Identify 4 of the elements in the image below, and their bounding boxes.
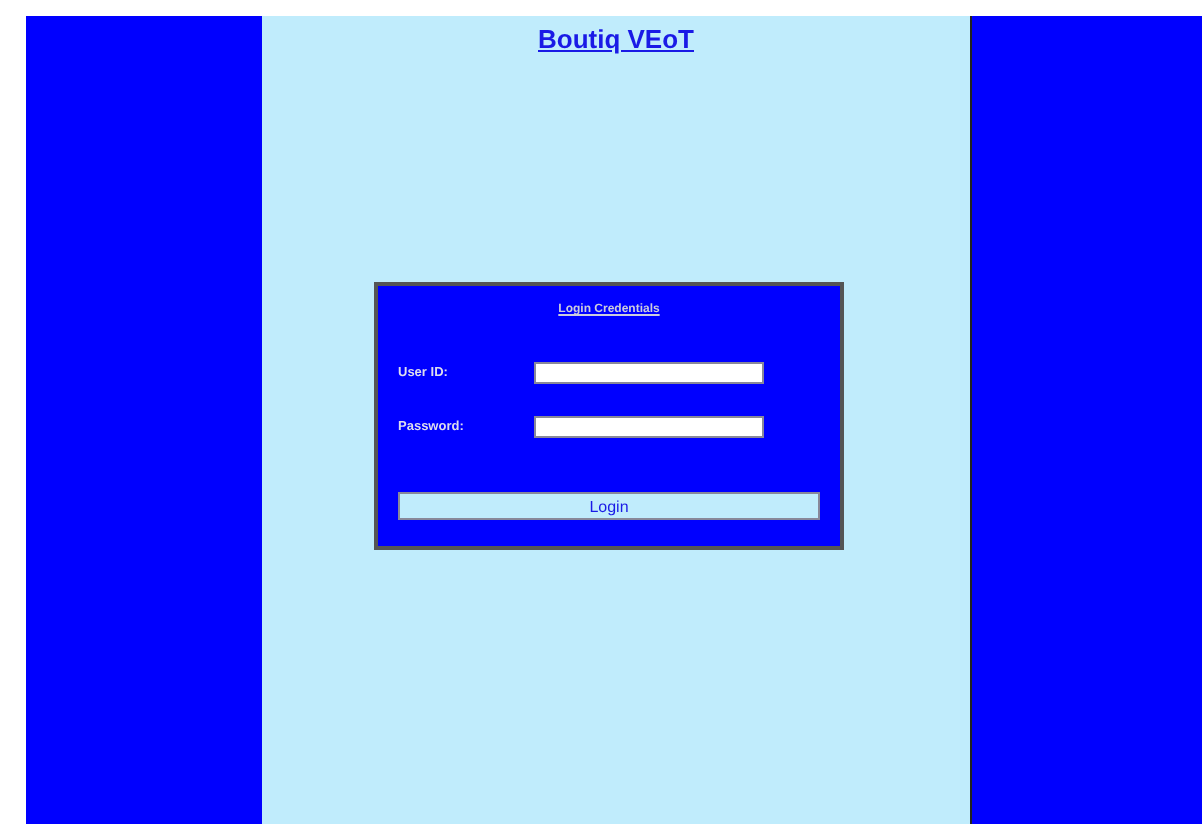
site-title-link[interactable]: Boutiq VEoT: [538, 24, 694, 54]
input-field[interactable]: [534, 362, 764, 384]
input-field[interactable]: [534, 416, 764, 438]
login-button[interactable]: Login: [398, 492, 820, 520]
